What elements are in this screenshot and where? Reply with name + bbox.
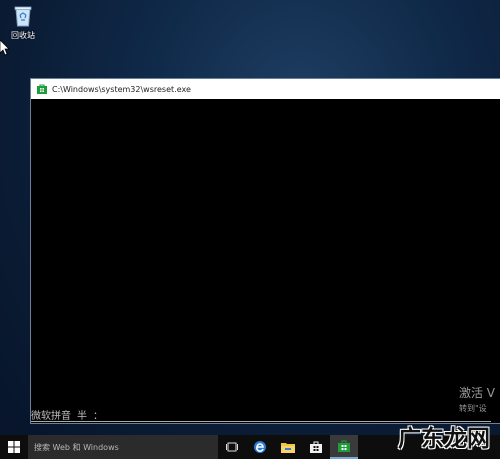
activation-line-2: 转到"设 bbox=[458, 404, 487, 413]
windows-activation-watermark: 激活 V 转到"设 bbox=[459, 384, 495, 414]
task-view-button[interactable] bbox=[218, 435, 246, 459]
task-view-icon bbox=[226, 442, 238, 452]
store-active-icon bbox=[338, 440, 350, 452]
windows-start-icon bbox=[8, 441, 20, 453]
store-button[interactable] bbox=[302, 435, 330, 459]
ime-status-line: 微软拼音 半 ： bbox=[31, 407, 103, 422]
activation-line-1: 激活 V bbox=[458, 386, 495, 400]
console-titlebar[interactable]: C:\Windows\system32\wsreset.exe bbox=[31, 79, 500, 99]
file-explorer-icon bbox=[281, 443, 295, 453]
store-icon bbox=[310, 441, 322, 453]
desktop: 回收站 C:\Windows\system32\wsreset.exe 激活 V… bbox=[0, 0, 500, 459]
recycle-bin-icon bbox=[14, 6, 32, 27]
edge-icon bbox=[254, 441, 266, 453]
edge-button[interactable] bbox=[246, 435, 274, 459]
store-bag-icon bbox=[37, 84, 47, 94]
taskbar-search-box[interactable]: 搜索 Web 和 Windows bbox=[28, 435, 218, 459]
file-explorer-button[interactable] bbox=[274, 435, 302, 459]
recycle-bin-label: 回收站 bbox=[11, 31, 35, 40]
console-title: C:\Windows\system32\wsreset.exe bbox=[52, 84, 191, 94]
search-placeholder: 搜索 Web 和 Windows bbox=[34, 442, 119, 452]
site-watermark: 广东龙网 bbox=[398, 426, 490, 452]
start-button[interactable] bbox=[0, 435, 28, 459]
desktop-icon-recycle-bin[interactable]: 回收站 bbox=[6, 4, 40, 41]
store-running-button[interactable] bbox=[330, 435, 358, 459]
mouse-cursor-icon bbox=[0, 40, 10, 56]
console-window[interactable]: C:\Windows\system32\wsreset.exe 激活 V 转到"… bbox=[30, 78, 500, 424]
